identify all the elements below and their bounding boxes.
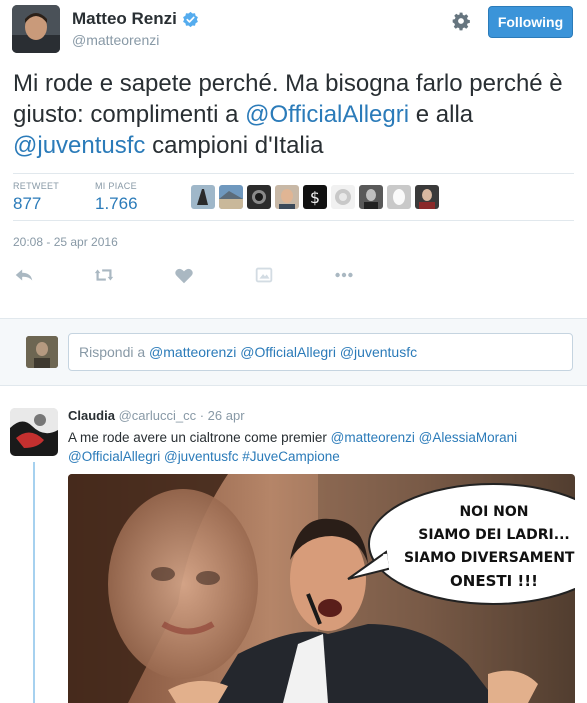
mention-link[interactable]: @OfficialAllegri <box>245 101 409 128</box>
liker-avatar[interactable] <box>387 185 411 209</box>
retweet-icon[interactable] <box>93 264 115 286</box>
liker-avatar[interactable] <box>191 185 215 209</box>
reply-header: Claudia @carlucci_cc · 26 apr <box>68 408 245 423</box>
tweet-text: Mi rode e sapete perché. Ma bisogna farl… <box>13 70 563 159</box>
liker-avatar[interactable] <box>415 185 439 209</box>
author-name[interactable]: Matteo Renzi <box>72 9 177 29</box>
like-stat-label: MI PIACE <box>95 181 137 191</box>
retweet-stat[interactable]: RETWEET 877 <box>13 181 59 214</box>
retweet-stat-label: RETWEET <box>13 181 60 191</box>
tweet-stats: RETWEET 877 MI PIACE 1.766 $ <box>13 173 574 221</box>
tweet-actions <box>13 264 413 286</box>
liker-avatar[interactable] <box>219 185 243 209</box>
author-avatar[interactable] <box>12 5 60 53</box>
reply-placeholder-mentions: @matteorenzi @OfficialAllegri @juventusf… <box>149 344 418 360</box>
reply-icon[interactable] <box>13 264 35 286</box>
reply-placeholder-prefix: Rispondi a <box>79 344 146 360</box>
author-handle[interactable]: @matteorenzi <box>72 32 159 48</box>
like-count[interactable]: 1.766 <box>95 194 138 214</box>
mention-link[interactable]: @juventusfc <box>13 132 145 159</box>
heart-icon[interactable] <box>173 264 195 286</box>
tweet-timestamp[interactable]: 20:08 - 25 apr 2016 <box>13 235 118 249</box>
bubble-line-2: SIAMO DEI LADRI... <box>418 527 569 543</box>
retweet-count[interactable]: 877 <box>13 194 59 214</box>
verified-badge-icon <box>182 11 198 27</box>
current-user-avatar <box>26 336 58 368</box>
reply-composer: Rispondi a @matteorenzi @OfficialAllegri… <box>0 318 587 386</box>
like-stat[interactable]: MI PIACE 1.766 <box>95 181 138 214</box>
bubble-line-4: ONESTI !!! <box>450 572 538 590</box>
reply-input[interactable]: Rispondi a @matteorenzi @OfficialAllegri… <box>68 333 573 371</box>
svg-text:$: $ <box>310 188 320 207</box>
reply-tweet: Claudia @carlucci_cc · 26 apr A me rode … <box>0 396 587 703</box>
reply-separator: · <box>196 408 208 423</box>
following-button[interactable]: Following <box>488 6 573 38</box>
liker-avatar[interactable] <box>247 185 271 209</box>
liker-avatar[interactable] <box>359 185 383 209</box>
reply-author-handle[interactable]: @carlucci_cc <box>119 408 197 423</box>
reply-author-avatar[interactable] <box>10 408 58 456</box>
liker-avatar[interactable] <box>331 185 355 209</box>
bubble-line-1: NOI NON <box>459 504 528 520</box>
reply-date[interactable]: 26 apr <box>208 408 245 423</box>
gear-icon[interactable] <box>451 11 471 31</box>
reply-text: A me rode avere un cialtrone come premie… <box>68 430 518 464</box>
reply-image[interactable]: NOI NON SIAMO DEI LADRI... SIAMO DIVERSA… <box>68 474 575 703</box>
thread-line <box>33 462 35 703</box>
reply-author-name[interactable]: Claudia <box>68 408 115 423</box>
liker-avatar[interactable] <box>275 185 299 209</box>
bubble-line-3: SIAMO DIVERSAMENTE <box>404 550 575 566</box>
liker-avatar[interactable]: $ <box>303 185 327 209</box>
media-icon[interactable] <box>253 264 275 286</box>
likers-avatars: $ <box>191 185 439 209</box>
more-icon[interactable] <box>333 264 355 286</box>
